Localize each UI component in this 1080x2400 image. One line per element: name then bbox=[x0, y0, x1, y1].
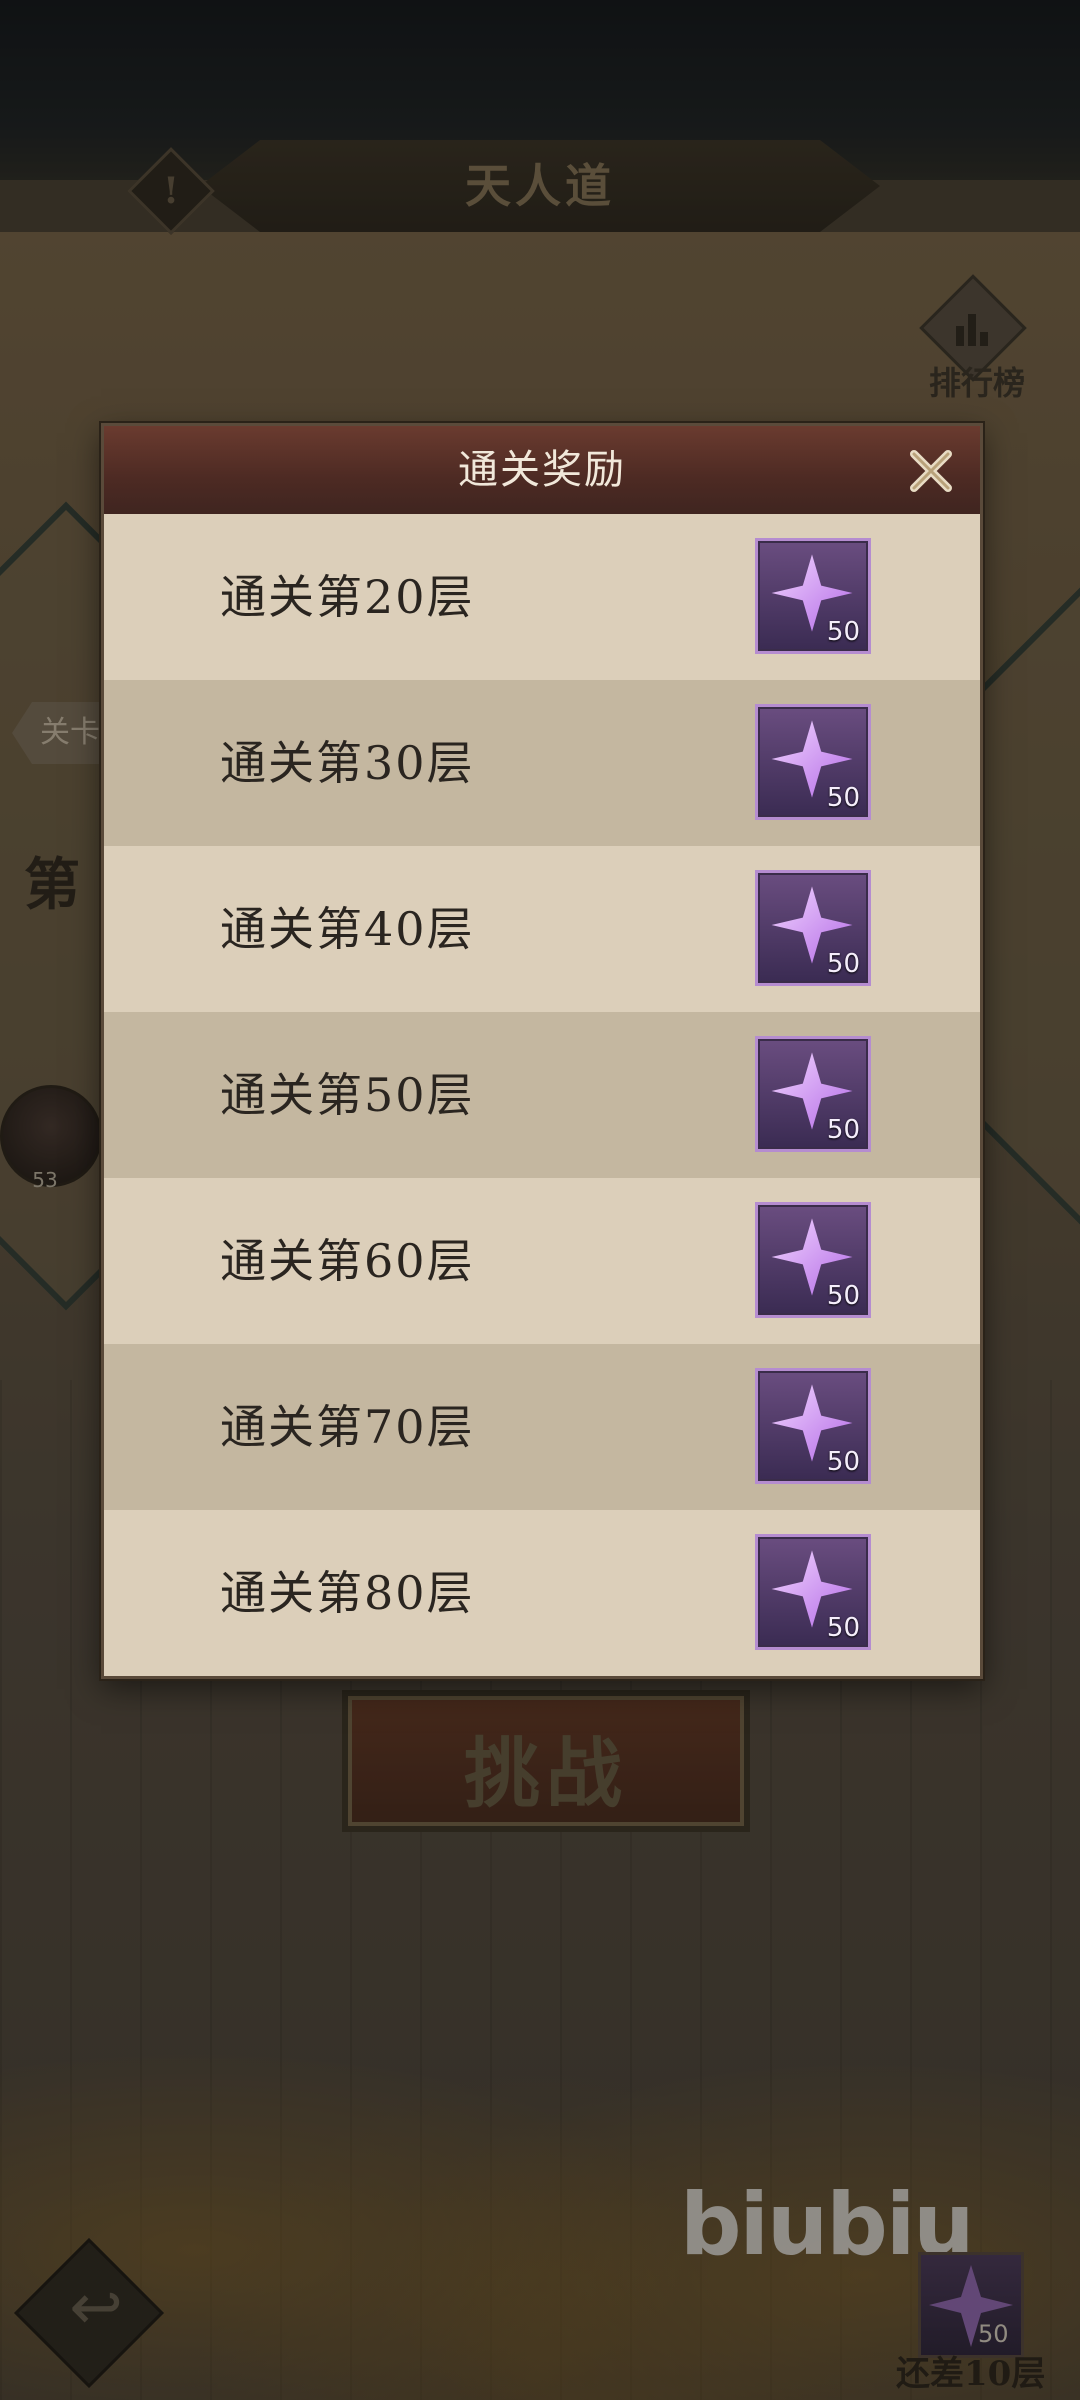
close-icon bbox=[910, 450, 952, 492]
reward-item[interactable]: 50 bbox=[755, 1202, 871, 1318]
reward-row-label: 通关第20层 bbox=[220, 570, 475, 624]
reward-item[interactable]: 50 bbox=[755, 1036, 871, 1152]
reward-row: 通关第60层 50 bbox=[104, 1178, 980, 1344]
reward-item[interactable]: 50 bbox=[755, 870, 871, 986]
reward-row-label: 通关第60层 bbox=[220, 1234, 475, 1288]
reward-count: 50 bbox=[826, 617, 860, 647]
reward-count: 50 bbox=[826, 1613, 860, 1643]
reward-row: 通关第20层 50 bbox=[104, 514, 980, 680]
reward-count: 50 bbox=[826, 1281, 860, 1311]
reward-count: 50 bbox=[826, 783, 860, 813]
reward-count: 50 bbox=[826, 1447, 860, 1477]
reward-item[interactable]: 50 bbox=[755, 704, 871, 820]
reward-item[interactable]: 50 bbox=[755, 538, 871, 654]
reward-count: 50 bbox=[826, 949, 860, 979]
reward-row: 通关第70层 50 bbox=[104, 1344, 980, 1510]
reward-row-label: 通关第70层 bbox=[220, 1400, 475, 1454]
reward-row-label: 通关第30层 bbox=[220, 736, 475, 790]
reward-row: 通关第30层 50 bbox=[104, 680, 980, 846]
reward-row: 通关第80层 50 bbox=[104, 1510, 980, 1676]
dialog-title: 通关奖励 bbox=[458, 447, 626, 493]
reward-row-label: 通关第50层 bbox=[220, 1068, 475, 1122]
reward-item[interactable]: 50 bbox=[755, 1368, 871, 1484]
clear-reward-dialog: 通关奖励 通关第20层 50 通关第30层 50 通关第40层 50 通关第50… bbox=[101, 423, 983, 1679]
reward-count: 50 bbox=[826, 1115, 860, 1145]
close-button[interactable] bbox=[904, 444, 958, 498]
reward-row: 通关第50层 50 bbox=[104, 1012, 980, 1178]
reward-row: 通关第40层 50 bbox=[104, 846, 980, 1012]
reward-row-label: 通关第40层 bbox=[220, 902, 475, 956]
reward-item[interactable]: 50 bbox=[755, 1534, 871, 1650]
reward-list: 通关第20层 50 通关第30层 50 通关第40层 50 通关第50层 50 … bbox=[104, 514, 980, 1676]
reward-row-label: 通关第80层 bbox=[220, 1566, 475, 1620]
